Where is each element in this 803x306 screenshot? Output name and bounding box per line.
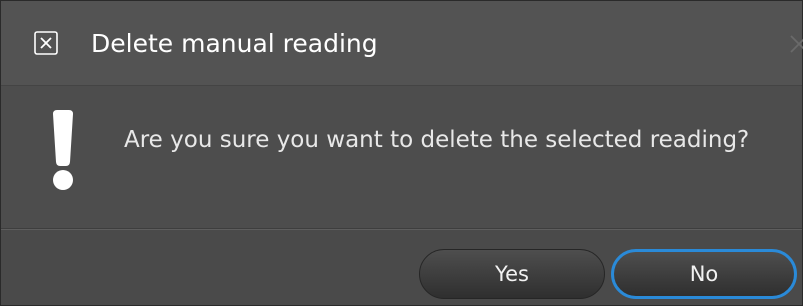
dialog-title: Delete manual reading (91, 29, 378, 58)
close-icon[interactable] (777, 25, 803, 61)
yes-button[interactable]: Yes (419, 249, 605, 299)
exclamation-icon (46, 110, 80, 192)
confirmation-message: Are you sure you want to delete the sele… (124, 127, 750, 153)
dialog-titlebar: Delete manual reading (1, 1, 803, 86)
delete-reading-dialog: Delete manual reading Are you sure you w… (0, 0, 803, 306)
dialog-footer: Yes No (1, 230, 802, 305)
dialog-body: Are you sure you want to delete the sele… (1, 86, 802, 228)
close-box-icon (34, 31, 58, 55)
no-button[interactable]: No (611, 249, 797, 299)
